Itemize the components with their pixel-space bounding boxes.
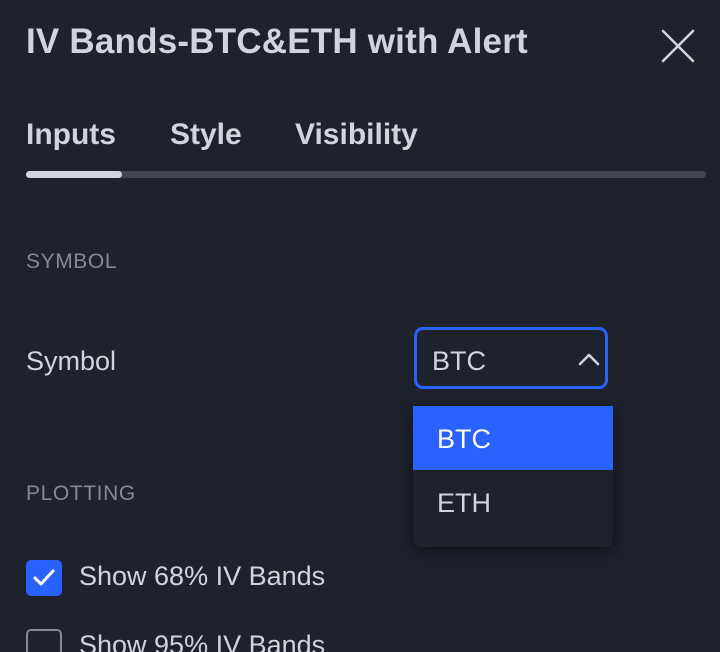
- checkmark-icon: [33, 569, 55, 586]
- indicator-settings-dialog: IV Bands-BTC&ETH with Alert Inputs Style…: [0, 0, 720, 652]
- symbol-dropdown-menu: BTC ETH: [413, 406, 613, 547]
- tab-style[interactable]: Style: [170, 118, 242, 152]
- chevron-up-icon: [578, 353, 600, 366]
- tab-inputs[interactable]: Inputs: [26, 118, 116, 152]
- close-icon: [661, 29, 695, 63]
- active-tab-indicator: [26, 171, 122, 178]
- show-68-iv-bands-checkbox[interactable]: [26, 560, 62, 596]
- symbol-label: Symbol: [26, 346, 117, 376]
- option-label: BTC: [437, 424, 491, 454]
- show-95-iv-bands-checkbox[interactable]: [26, 629, 62, 652]
- symbol-select[interactable]: BTC: [414, 327, 608, 389]
- symbol-option-btc[interactable]: BTC: [413, 406, 613, 470]
- close-button[interactable]: [658, 26, 698, 66]
- tab-track: [26, 171, 706, 178]
- section-title-plotting: PLOTTING: [26, 482, 136, 505]
- tab-visibility[interactable]: Visibility: [295, 118, 418, 152]
- symbol-select-value: BTC: [432, 346, 486, 376]
- option-label: ETH: [437, 488, 491, 518]
- symbol-option-eth[interactable]: ETH: [413, 470, 613, 534]
- show-68-iv-bands-label: Show 68% IV Bands: [79, 561, 326, 591]
- show-95-iv-bands-label: Show 95% IV Bands: [79, 630, 326, 652]
- section-title-symbol: SYMBOL: [26, 250, 118, 273]
- dialog-title: IV Bands-BTC&ETH with Alert: [26, 22, 528, 61]
